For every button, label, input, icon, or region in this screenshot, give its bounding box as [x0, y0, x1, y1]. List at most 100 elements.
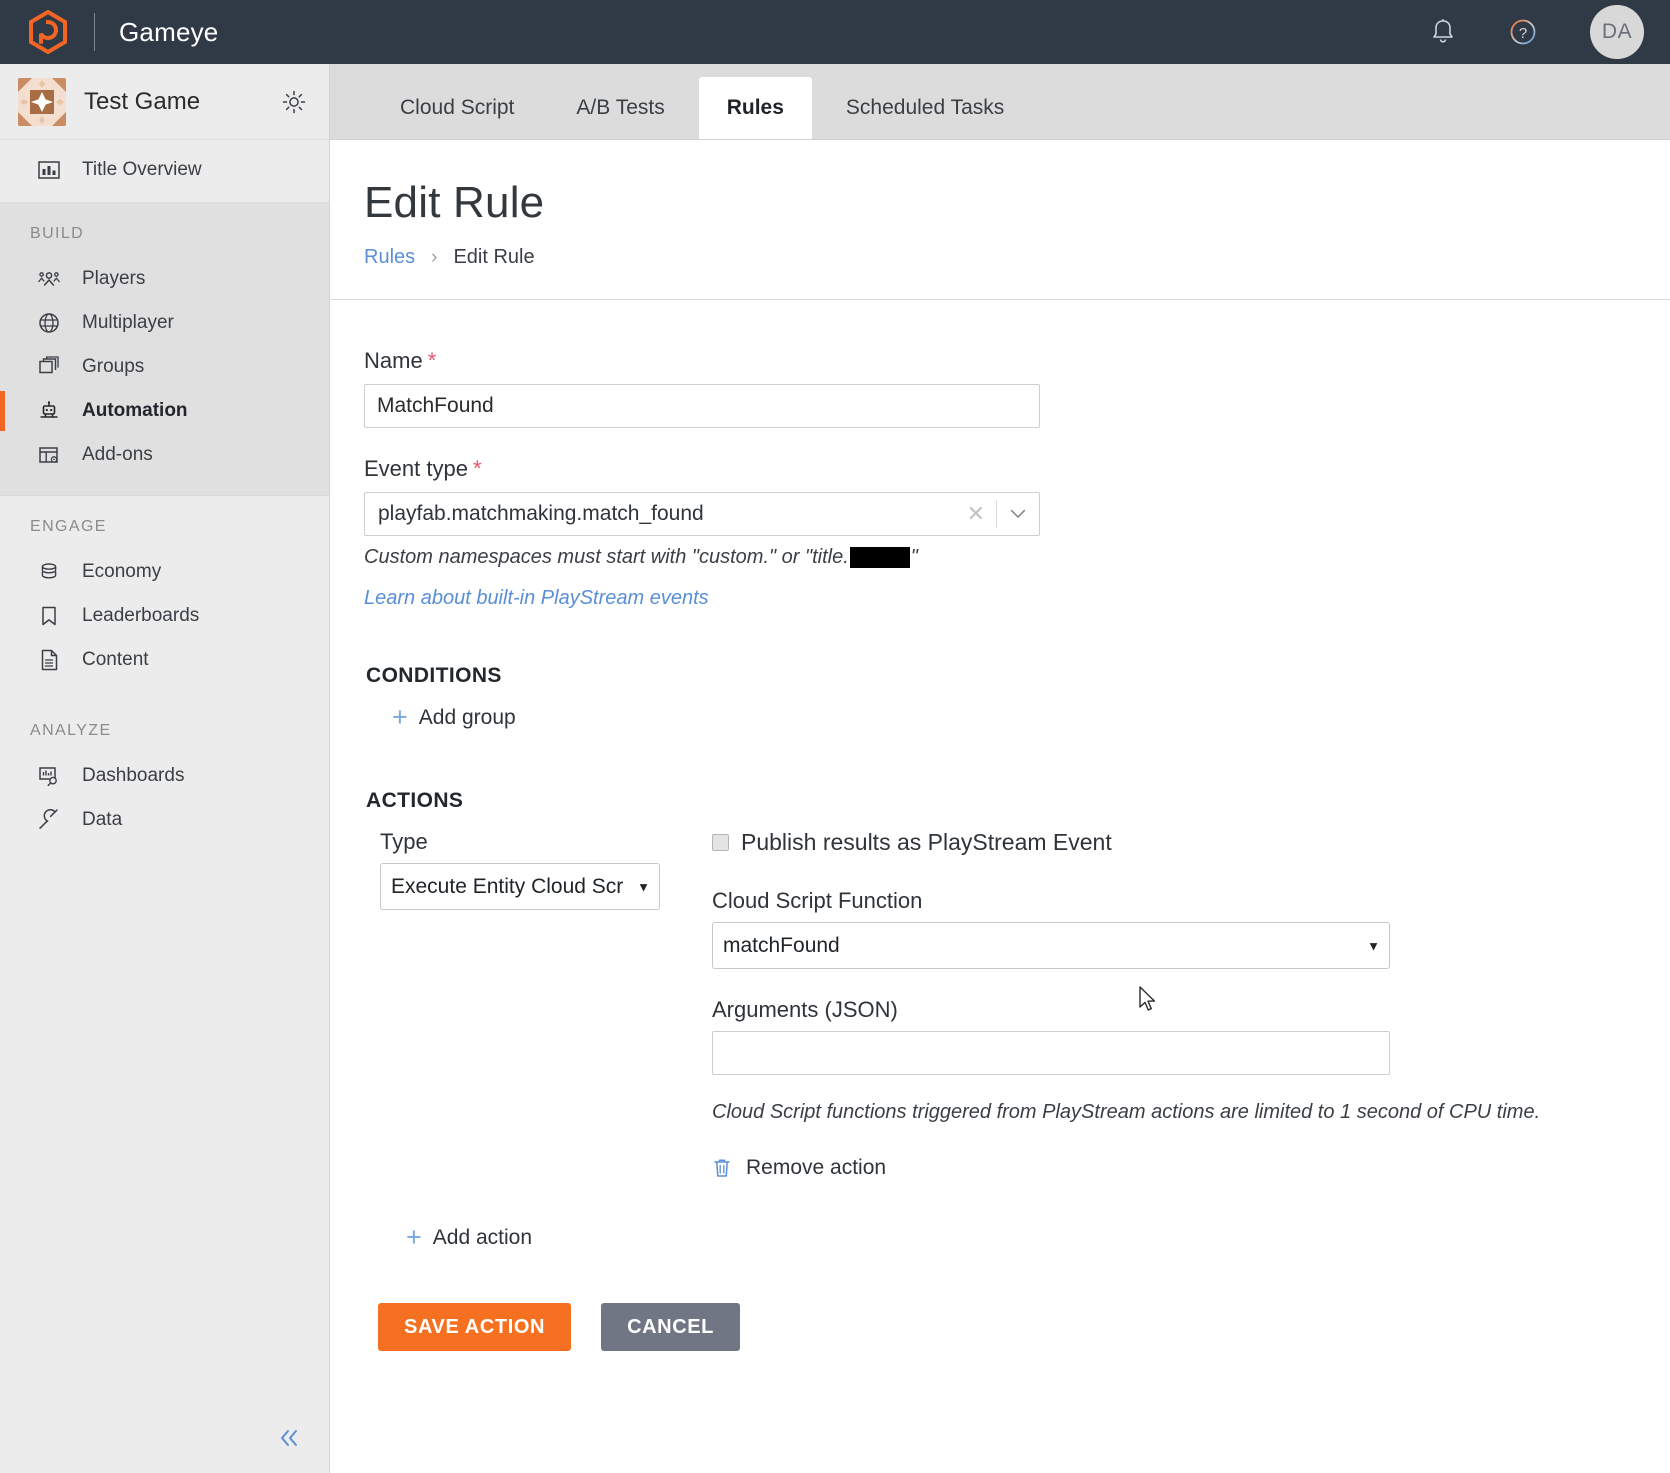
- app-root: Gameye ? DA Test Game Title Overview BUI…: [0, 0, 1670, 1473]
- gear-icon[interactable]: [281, 89, 307, 115]
- sidebar-item-label: Multiplayer: [82, 312, 174, 333]
- game-title: Test Game: [84, 87, 201, 115]
- breadcrumb: Rules › Edit Rule: [364, 246, 1670, 299]
- event-type-field-block: Event type * playfab.matchmaking.match_fo…: [364, 456, 1670, 536]
- tab-ab-tests[interactable]: A/B Tests: [548, 77, 692, 139]
- namespace-hint-text: Custom namespaces must start with "custo…: [364, 546, 849, 568]
- document-icon: [36, 647, 62, 673]
- sidebar-item-label: Data: [82, 809, 123, 830]
- tab-cloud-script[interactable]: Cloud Script: [372, 77, 542, 139]
- edit-rule-form: Name* Event type* playfab.matchmaking.ma…: [330, 300, 1670, 1351]
- page-title: Edit Rule: [364, 178, 545, 227]
- action-type-select[interactable]: Execute Entity Cloud Scr: [380, 863, 660, 910]
- add-action-button[interactable]: + Add action: [378, 1214, 532, 1251]
- question-circle-icon[interactable]: ?: [1506, 15, 1540, 49]
- event-type-label-text: Event type: [364, 456, 468, 481]
- tab-bar: Cloud Script A/B Tests Rules Scheduled T…: [330, 64, 1670, 140]
- event-type-label: Event type *: [364, 456, 1670, 482]
- bell-icon[interactable]: [1426, 15, 1460, 49]
- sidebar-item-economy[interactable]: Economy: [0, 550, 329, 594]
- add-action-label: Add action: [432, 1225, 533, 1249]
- breadcrumb-current: Edit Rule: [453, 246, 535, 268]
- required-asterisk: *: [472, 456, 482, 481]
- game-thumbnail: [18, 77, 66, 126]
- sidebar-item-label: Content: [82, 649, 149, 670]
- tab-rules[interactable]: Rules: [698, 77, 812, 139]
- sidebar-item-label: Economy: [82, 561, 162, 582]
- sidebar-item-label: Automation: [82, 400, 188, 421]
- arguments-block: Arguments (JSON): [712, 997, 1670, 1075]
- plug-icon: [36, 807, 62, 833]
- add-group-button[interactable]: + Add group: [364, 694, 516, 731]
- action-config-column: Publish results as PlayStream Event Clou…: [698, 829, 1670, 1184]
- sidebar-item-groups[interactable]: Groups: [0, 345, 329, 389]
- add-group-label: Add group: [418, 705, 516, 729]
- bar-chart-icon: [36, 157, 62, 183]
- save-action-button[interactable]: SAVE ACTION: [378, 1303, 572, 1351]
- publish-results-checkbox[interactable]: [712, 834, 729, 851]
- nav-section-analyze: ANALYZE Dashboards Data: [0, 700, 329, 860]
- sidebar-item-leaderboards[interactable]: Leaderboards: [0, 594, 329, 638]
- tab-scheduled-tasks[interactable]: Scheduled Tasks: [818, 77, 1032, 139]
- robot-icon: [36, 398, 62, 424]
- sidebar-item-content[interactable]: Content: [0, 638, 329, 682]
- action-type-select-holder: Execute Entity Cloud Scr ▼: [380, 863, 660, 910]
- brand-divider: [94, 13, 95, 51]
- avatar[interactable]: DA: [1590, 5, 1644, 59]
- event-type-value: playfab.matchmaking.match_found: [378, 502, 704, 525]
- nav-section-label-engage: ENGAGE: [30, 518, 107, 535]
- clear-x-icon[interactable]: ✕: [956, 503, 996, 525]
- chevron-down-icon[interactable]: [997, 509, 1039, 519]
- sidebar-item-label: Add-ons: [82, 444, 153, 465]
- cloud-script-function-select-holder: matchFound ▼: [712, 922, 1390, 969]
- sidebar-item-label: Players: [82, 268, 146, 289]
- remove-action-button[interactable]: Remove action: [712, 1156, 886, 1180]
- conditions-section-title: CONDITIONS: [366, 664, 502, 687]
- event-type-select[interactable]: playfab.matchmaking.match_found ✕: [364, 492, 1040, 536]
- name-input[interactable]: [364, 384, 1040, 428]
- hexagon-logo-icon[interactable]: [28, 10, 68, 54]
- nav-section-label-analyze: ANALYZE: [30, 722, 112, 739]
- name-label-text: Name: [364, 348, 423, 373]
- nav-section-build: BUILD Players Multiplayer Groups Automat…: [0, 203, 329, 496]
- dashboard-search-icon: [36, 763, 62, 789]
- top-bar: Gameye ? DA: [0, 0, 1670, 64]
- sidebar-item-add-ons[interactable]: Add-ons: [0, 433, 329, 477]
- breadcrumb-separator: ›: [431, 246, 438, 268]
- cloud-script-function-block: Cloud Script Function matchFound ▼: [712, 888, 1670, 969]
- sidebar: Test Game Title Overview BUILD Players M…: [0, 64, 330, 1473]
- main-content: Cloud Script A/B Tests Rules Scheduled T…: [330, 64, 1670, 1473]
- game-header[interactable]: Test Game: [0, 64, 329, 140]
- globe-icon: [36, 310, 62, 336]
- redacted-title-id: [849, 547, 910, 568]
- sidebar-collapse-row: [0, 1403, 329, 1473]
- sidebar-item-multiplayer[interactable]: Multiplayer: [0, 301, 329, 345]
- sidebar-item-title-overview[interactable]: Title Overview: [0, 148, 329, 192]
- arguments-input[interactable]: [712, 1031, 1390, 1075]
- publish-results-label: Publish results as PlayStream Event: [741, 829, 1112, 855]
- sidebar-item-dashboards[interactable]: Dashboards: [0, 754, 329, 798]
- sidebar-item-data[interactable]: Data: [0, 798, 329, 842]
- namespace-hint-suffix: ": [910, 546, 918, 568]
- cancel-button[interactable]: CANCEL: [601, 1303, 740, 1351]
- sidebar-item-players[interactable]: Players: [0, 257, 329, 301]
- name-field-block: Name *: [364, 348, 1670, 428]
- bookmark-icon: [36, 603, 62, 629]
- people-icon: [36, 266, 62, 292]
- cpu-time-note: Cloud Script functions triggered from Pl…: [712, 1101, 1541, 1123]
- publish-results-row[interactable]: Publish results as PlayStream Event: [712, 829, 1670, 856]
- learn-playstream-events-link[interactable]: Learn about built-in PlayStream events: [364, 587, 709, 610]
- breadcrumb-link-rules[interactable]: Rules: [364, 246, 415, 269]
- namespace-hint: Custom namespaces must start with "custo…: [364, 546, 1670, 569]
- cloud-script-function-select[interactable]: matchFound: [712, 922, 1390, 969]
- name-label: Name *: [364, 348, 1670, 374]
- required-asterisk: *: [427, 348, 437, 373]
- double-chevron-left-icon[interactable]: [275, 1424, 303, 1452]
- trash-icon: [712, 1157, 732, 1179]
- body-split: Test Game Title Overview BUILD Players M…: [0, 64, 1670, 1473]
- sidebar-item-automation[interactable]: Automation: [0, 389, 329, 433]
- action-type-column: Type Execute Entity Cloud Scr ▼: [380, 829, 698, 1184]
- layers-icon: [36, 354, 62, 380]
- remove-action-label: Remove action: [746, 1156, 887, 1179]
